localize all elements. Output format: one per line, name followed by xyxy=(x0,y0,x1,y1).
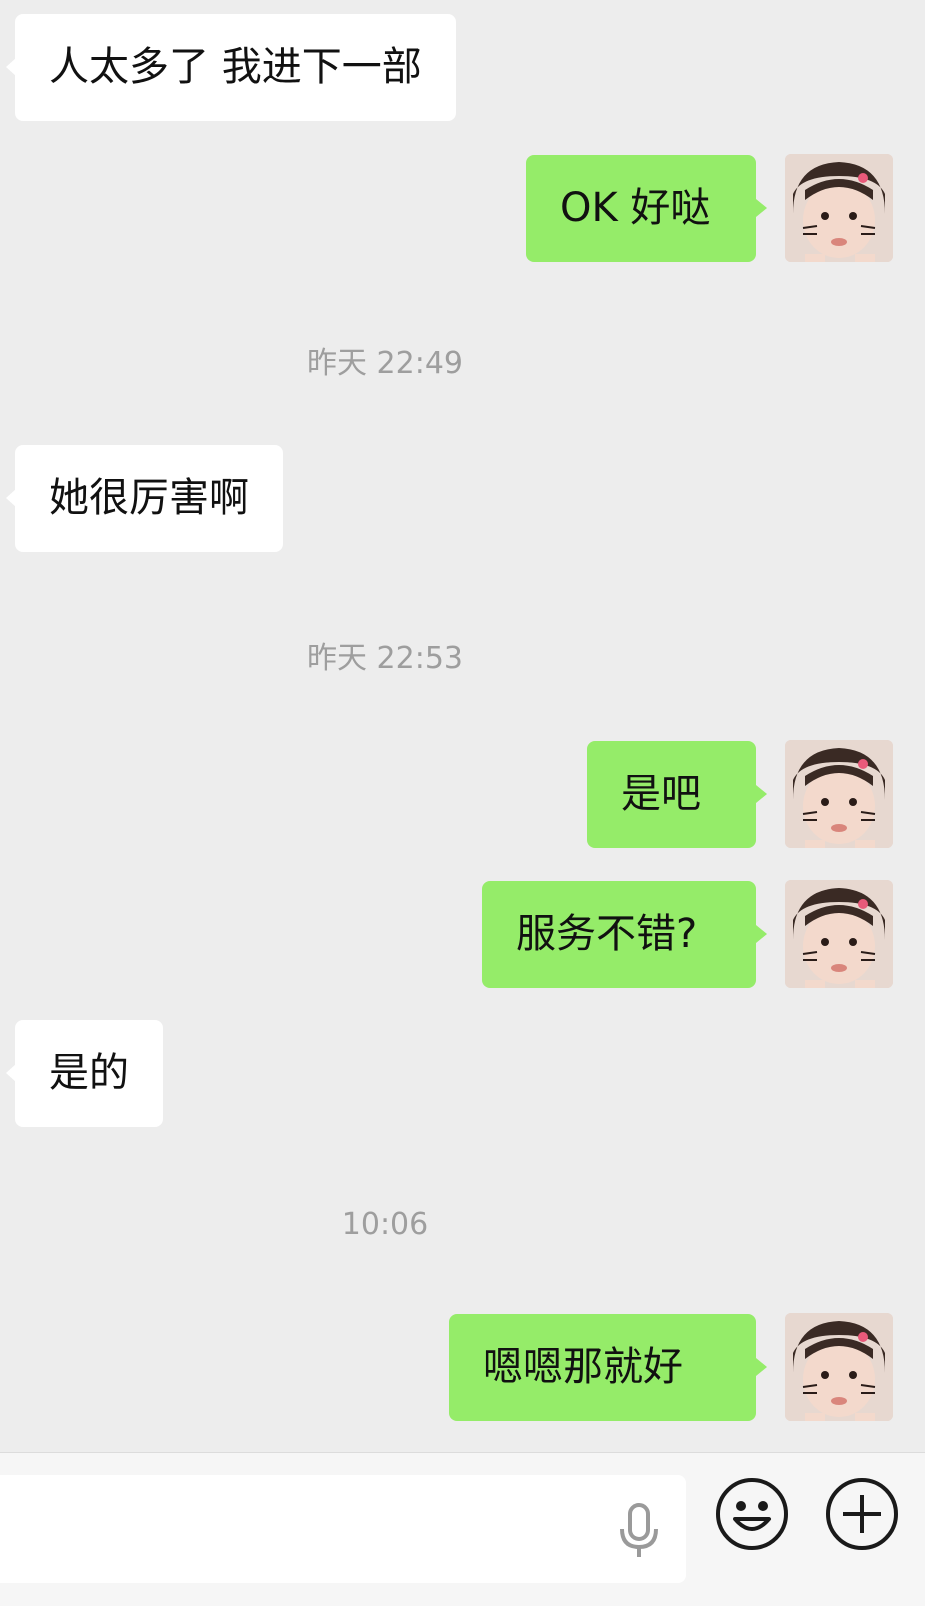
message-text: 她很厉害啊 xyxy=(49,475,249,521)
user-avatar[interactable] xyxy=(785,740,893,848)
message-timestamp: 昨天 22:53 xyxy=(307,641,463,676)
incoming-message-bubble[interactable]: 是的 xyxy=(6,1020,163,1127)
message-input[interactable] xyxy=(0,1475,686,1583)
message-text: 是的 xyxy=(49,1050,129,1096)
outgoing-message-bubble[interactable]: OK 好哒 xyxy=(526,155,767,262)
message-text: 嗯嗯那就好 xyxy=(483,1344,683,1390)
outgoing-message-bubble[interactable]: 嗯嗯那就好 xyxy=(449,1314,767,1421)
user-avatar[interactable] xyxy=(785,880,893,988)
message-text: OK 好哒 xyxy=(560,185,711,231)
incoming-message-bubble[interactable]: 人太多了 我进下一部 xyxy=(6,14,456,121)
user-avatar[interactable] xyxy=(785,1313,893,1421)
emoji-icon[interactable] xyxy=(713,1475,791,1553)
message-text: 是吧 xyxy=(621,771,701,817)
outgoing-message-bubble[interactable]: 是吧 xyxy=(587,741,767,848)
message-text: 服务不错? xyxy=(516,911,698,957)
message-timestamp: 昨天 22:49 xyxy=(307,346,463,381)
message-timestamp: 10:06 xyxy=(341,1207,429,1242)
user-avatar[interactable] xyxy=(785,154,893,262)
chat-message-list[interactable]: 人太多了 我进下一部 OK 好哒 昨天 22:49 她很厉害啊 昨天 22:53… xyxy=(0,0,925,1452)
message-text: 人太多了 我进下一部 xyxy=(49,44,422,90)
plus-icon[interactable] xyxy=(823,1475,901,1553)
microphone-icon[interactable] xyxy=(615,1503,663,1563)
incoming-message-bubble[interactable]: 她很厉害啊 xyxy=(6,445,283,552)
outgoing-message-bubble[interactable]: 服务不错? xyxy=(482,881,767,988)
input-toolbar xyxy=(0,1452,925,1606)
